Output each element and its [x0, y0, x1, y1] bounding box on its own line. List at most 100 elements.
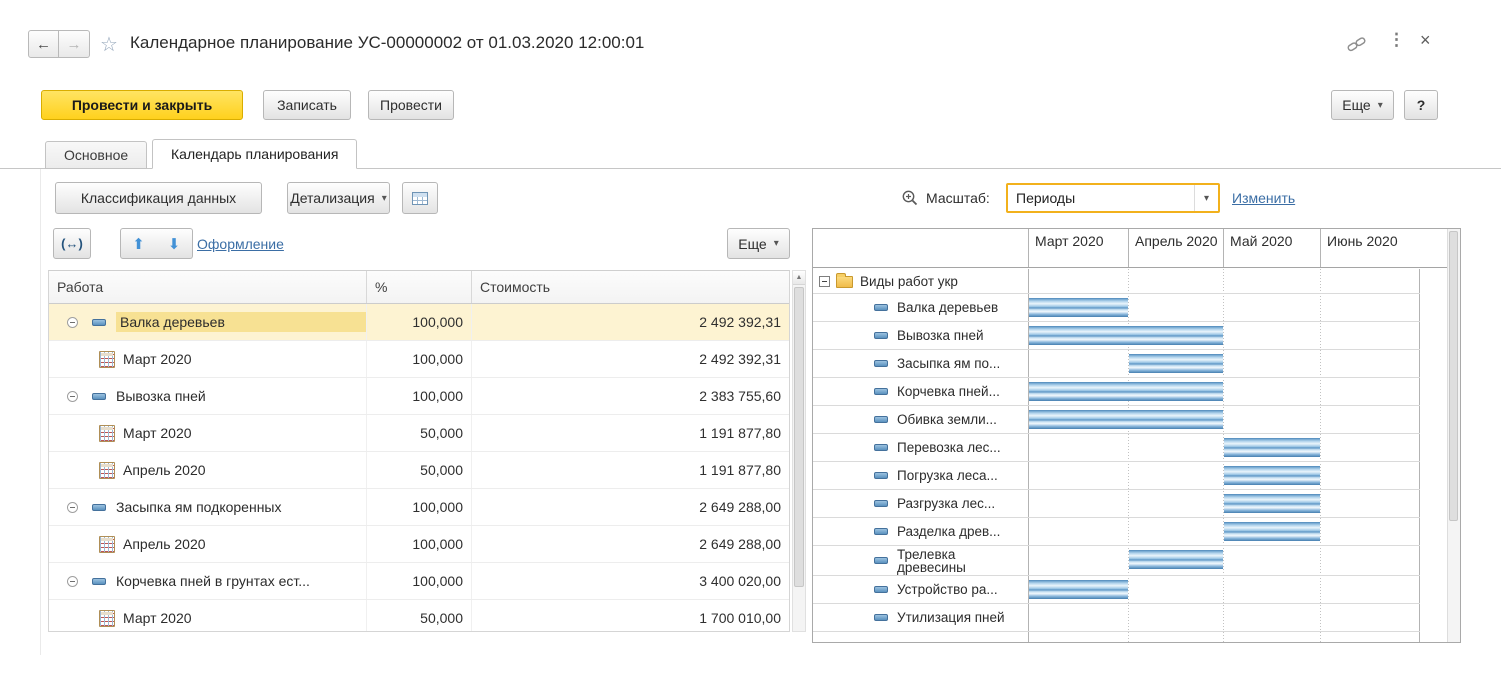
scrollbar-thumb[interactable] — [1449, 231, 1458, 521]
help-button[interactable]: ? — [1404, 90, 1438, 120]
scrollbar-thumb[interactable] — [794, 287, 804, 587]
back-button[interactable]: ← — [28, 30, 59, 58]
gantt-row[interactable]: Устройство ра... — [813, 576, 1420, 604]
gantt-row[interactable]: Погрузка леса... — [813, 462, 1420, 490]
forward-button[interactable]: → — [59, 30, 90, 58]
work-dash-icon — [874, 500, 888, 507]
gantt-row[interactable]: Засыпка ям по... — [813, 350, 1420, 378]
table-row[interactable]: Март 2020 50,000 1 700 010,00 — [49, 600, 789, 632]
work-dash-icon — [874, 472, 888, 479]
collapse-icon[interactable] — [67, 502, 78, 513]
panel-more-button[interactable]: Еще▾ — [727, 228, 790, 259]
gantt-bar[interactable] — [1129, 354, 1223, 373]
collapse-icon[interactable] — [67, 391, 78, 402]
gantt-bar[interactable] — [1224, 494, 1320, 513]
column-header-cost[interactable]: Стоимость — [472, 271, 789, 303]
table-row[interactable]: Апрель 2020 50,000 1 191 877,80 — [49, 452, 789, 489]
table-row[interactable]: Засыпка ям подкоренных 100,000 2 649 288… — [49, 489, 789, 526]
gantt-body: Виды работ укр Валка деревьев Вывозка пн… — [813, 269, 1460, 643]
zoom-in-icon — [901, 189, 919, 207]
more-button[interactable]: Еще▾ — [1331, 90, 1394, 120]
calendar-icon — [99, 351, 115, 368]
cost-cell: 2 649 288,00 — [472, 489, 789, 525]
table-view-button[interactable] — [402, 182, 438, 214]
gantt-row[interactable]: Разделка древ... — [813, 518, 1420, 546]
post-and-close-button[interactable]: Провести и закрыть — [41, 90, 243, 120]
gantt-bar[interactable] — [1029, 382, 1223, 401]
left-panel-toolbar: (↔) ⬆ ⬇ Оформление Еще▾ — [0, 228, 810, 260]
pct-cell: 50,000 — [367, 415, 472, 451]
set-interval-button[interactable]: (↔) — [53, 228, 91, 259]
post-button[interactable]: Провести — [368, 90, 454, 120]
gantt-row[interactable]: Утилизация пней — [813, 604, 1420, 632]
nav-buttons: ← → — [28, 30, 90, 58]
change-link[interactable]: Изменить — [1232, 190, 1295, 206]
pct-cell: 100,000 — [367, 341, 472, 377]
work-dash-icon — [874, 586, 888, 593]
calendar-icon — [99, 536, 115, 553]
gantt-row[interactable]: Перевозка лес... — [813, 434, 1420, 462]
cost-cell: 2 383 755,60 — [472, 378, 789, 414]
table-row[interactable]: Валка деревьев 100,000 2 492 392,31 — [49, 304, 789, 341]
get-link-icon[interactable] — [1346, 33, 1368, 55]
main-toolbar: Провести и закрыть Записать Провести Еще… — [0, 90, 1501, 120]
scale-combobox[interactable]: Периоды ▾ — [1006, 183, 1220, 213]
cost-cell: 3 400 020,00 — [472, 563, 789, 599]
combo-dropdown-button[interactable]: ▾ — [1194, 185, 1218, 211]
gantt-task-label: Разгрузка лес... — [897, 496, 995, 511]
column-header-work[interactable]: Работа — [49, 271, 367, 303]
favorite-star-icon[interactable]: ☆ — [100, 32, 118, 57]
gantt-task-label: Трелевка древесины — [897, 548, 1001, 574]
work-label: Вывозка пней — [116, 388, 206, 404]
gantt-row[interactable]: Корчевка пней... — [813, 378, 1420, 406]
column-header-pct[interactable]: % — [367, 271, 472, 303]
tab-calendar-planning[interactable]: Календарь планирования — [152, 139, 357, 169]
formatting-link[interactable]: Оформление — [197, 236, 284, 252]
data-classification-button[interactable]: Классификация данных — [55, 182, 262, 214]
cost-cell: 2 649 288,00 — [472, 526, 789, 562]
gantt-bar[interactable] — [1029, 410, 1223, 429]
collapse-icon[interactable] — [67, 576, 78, 587]
move-up-button[interactable]: ⬆ — [120, 228, 157, 259]
table-row[interactable]: Март 2020 100,000 2 492 392,31 — [49, 341, 789, 378]
gantt-bar[interactable] — [1129, 550, 1223, 569]
move-down-button[interactable]: ⬇ — [156, 228, 193, 259]
gantt-month-header: Апрель 2020 — [1128, 229, 1223, 267]
scroll-up-icon[interactable]: ▲ — [793, 271, 805, 285]
tab-main[interactable]: Основное — [45, 141, 147, 169]
collapse-icon[interactable] — [67, 317, 78, 328]
save-button[interactable]: Записать — [263, 90, 351, 120]
gantt-row[interactable]: Вывозка пней — [813, 322, 1420, 350]
work-dash-icon — [874, 416, 888, 423]
gantt-bar[interactable] — [1224, 438, 1320, 457]
gantt-bar[interactable] — [1029, 326, 1223, 345]
gantt-bar[interactable] — [1029, 298, 1128, 317]
gantt-row[interactable]: Валка деревьев — [813, 294, 1420, 322]
gantt-header-labels — [813, 229, 1028, 267]
scale-value: Периоды — [1008, 190, 1194, 206]
cost-cell: 1 191 877,80 — [472, 415, 789, 451]
detail-button[interactable]: Детализация▾ — [287, 182, 390, 214]
table-row[interactable]: Апрель 2020 100,000 2 649 288,00 — [49, 526, 789, 563]
gantt-root-label: Виды работ укр — [860, 274, 958, 289]
table-scrollbar[interactable]: ▲ — [792, 270, 806, 632]
work-label: Корчевка пней в грунтах ест... — [116, 573, 310, 589]
table-row[interactable]: Март 2020 50,000 1 191 877,80 — [49, 415, 789, 452]
gantt-root-row[interactable]: Виды работ укр — [813, 269, 1420, 294]
gantt-scrollbar[interactable] — [1447, 229, 1460, 642]
gantt-row[interactable]: Обивка земли... — [813, 406, 1420, 434]
pct-cell: 100,000 — [367, 378, 472, 414]
work-dash-icon — [874, 444, 888, 451]
collapse-box-icon[interactable] — [819, 276, 830, 287]
gantt-bar[interactable] — [1029, 580, 1128, 599]
table-row[interactable]: Вывозка пней 100,000 2 383 755,60 — [49, 378, 789, 415]
close-icon[interactable]: × — [1420, 30, 1431, 51]
pct-cell: 100,000 — [367, 304, 472, 340]
table-row[interactable]: Корчевка пней в грунтах ест... 100,000 3… — [49, 563, 789, 600]
kebab-menu-icon[interactable]: ⋮ — [1388, 30, 1405, 50]
gantt-row[interactable]: Разгрузка лес... — [813, 490, 1420, 518]
gantt-bar[interactable] — [1224, 466, 1320, 485]
gantt-row[interactable]: Трелевка древесины — [813, 546, 1420, 576]
work-dash-icon — [874, 332, 888, 339]
gantt-bar[interactable] — [1224, 522, 1320, 541]
